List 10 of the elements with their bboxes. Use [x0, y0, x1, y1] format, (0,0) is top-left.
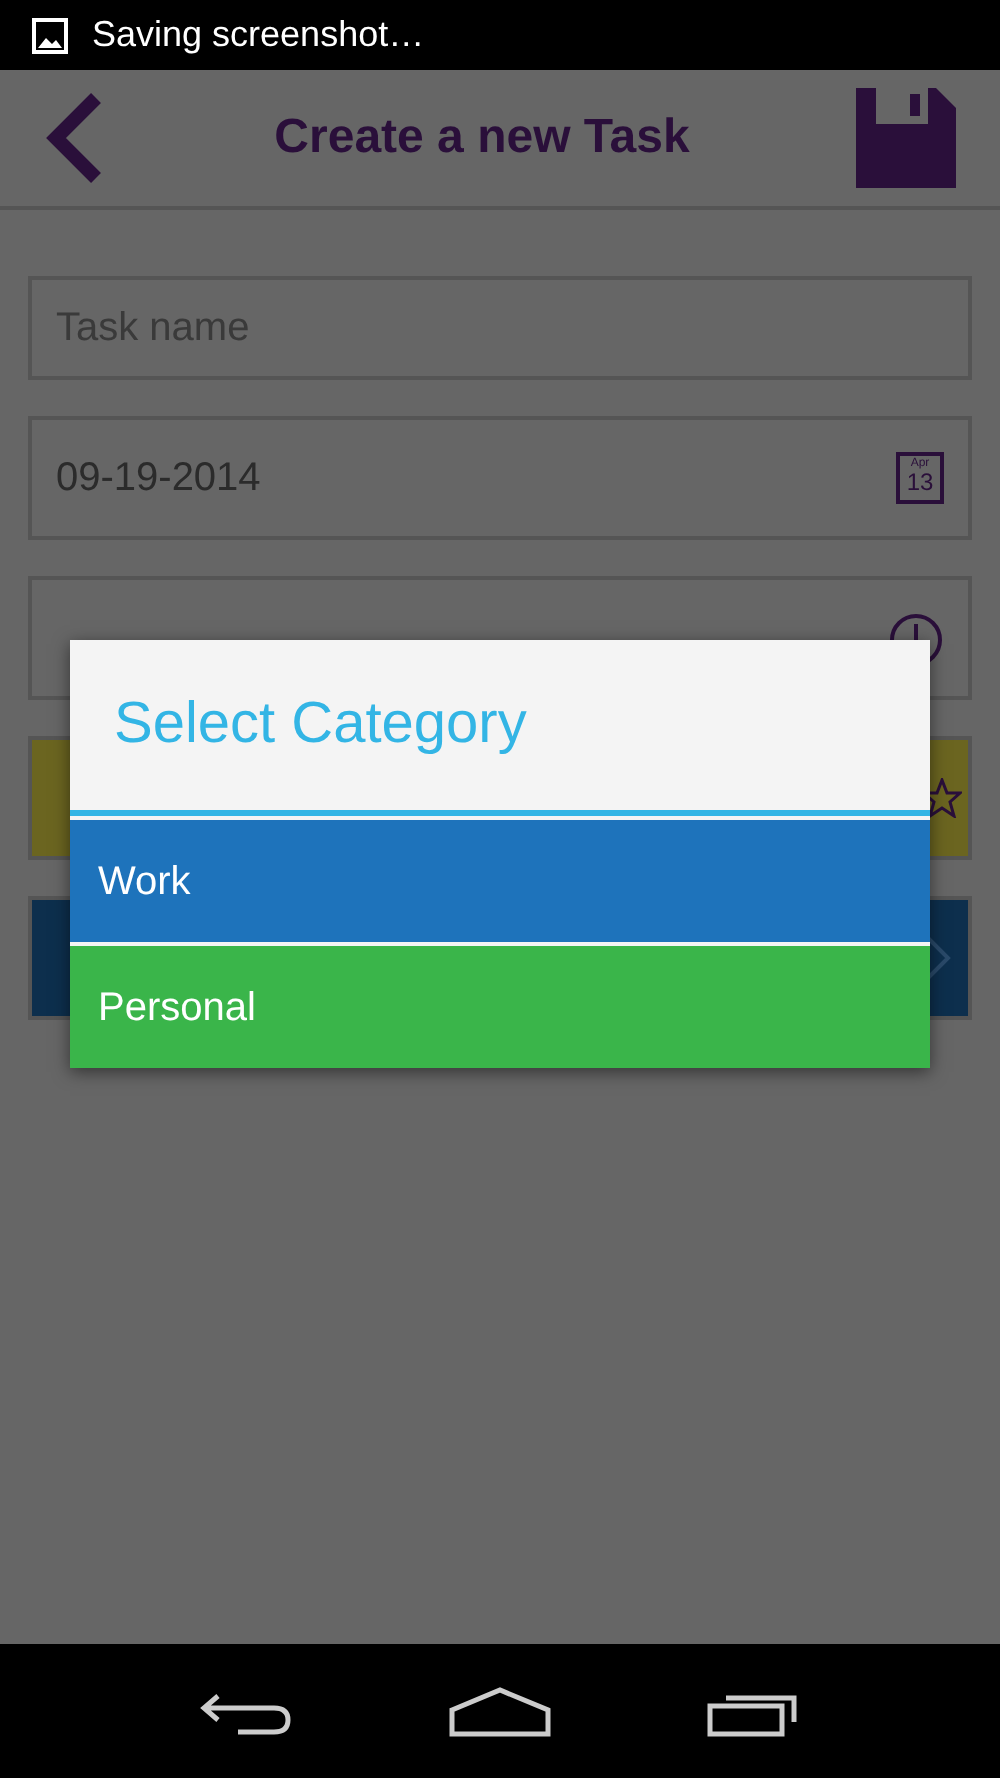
save-button[interactable] [856, 88, 956, 188]
dialog-title: Select Category [114, 689, 527, 760]
picture-icon [32, 17, 68, 53]
save-icon [856, 88, 956, 188]
home-icon [447, 1685, 552, 1737]
category-option[interactable]: Work [70, 816, 930, 942]
header-title: Create a new Task [274, 108, 690, 168]
notification-text: Saving screenshot… [92, 12, 425, 58]
category-option[interactable]: Personal [70, 942, 930, 1068]
chevron-icon [924, 934, 952, 982]
